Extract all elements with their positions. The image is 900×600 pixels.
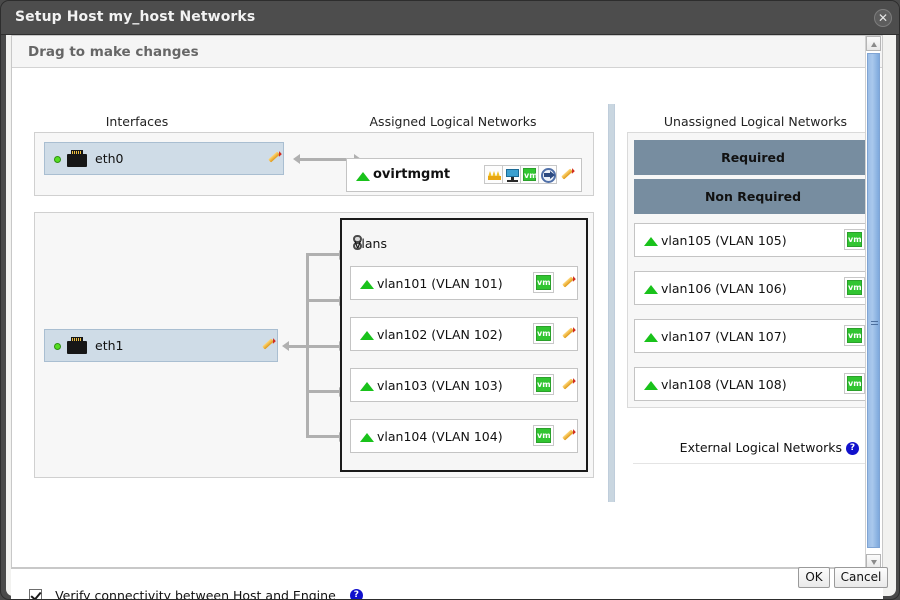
scrollbar-grip-icon xyxy=(871,321,878,327)
assigned-network-ovirtmgmt[interactable]: ovirtmgmt vm xyxy=(346,158,582,192)
nic-icon xyxy=(67,150,87,167)
network-label: ovirtmgmt xyxy=(373,167,450,182)
vlans-group-box[interactable]: vlans vlan101 (VLAN 101) vm vlan102 (VLA… xyxy=(340,218,588,472)
vm-network-icon[interactable]: vm xyxy=(533,272,554,293)
network-role-icons: vm xyxy=(484,165,556,184)
interface-label-eth0: eth0 xyxy=(95,151,123,166)
network-triangle-icon xyxy=(360,433,374,442)
networks-panel: Drag to make changes Interfaces Assigned… xyxy=(11,35,883,568)
pencil-icon[interactable] xyxy=(561,379,575,393)
setup-host-networks-dialog: Setup Host my_host Networks ✕ Drag to ma… xyxy=(0,0,900,600)
status-led-icon xyxy=(54,343,61,350)
vertical-scrollbar[interactable] xyxy=(865,36,880,569)
scrollbar-thumb[interactable] xyxy=(867,53,880,548)
network-label: vlan105 (VLAN 105) xyxy=(661,233,787,248)
external-networks-label: External Logical Networks xyxy=(627,440,842,455)
vm-network-icon[interactable]: vm xyxy=(844,277,865,298)
assigned-network-vlan104[interactable]: vlan104 (VLAN 104) vm xyxy=(350,419,578,453)
dialog-title: Setup Host my_host Networks xyxy=(15,9,255,25)
dialog-button-bar: OK Cancel xyxy=(6,564,896,592)
unassigned-networks-panel: Required Non Required vlan105 (VLAN 105)… xyxy=(627,132,877,408)
network-triangle-icon xyxy=(644,381,658,390)
interface-label-eth1: eth1 xyxy=(95,338,123,353)
pencil-icon[interactable] xyxy=(261,339,275,353)
network-label: vlan103 (VLAN 103) xyxy=(377,378,503,393)
unassigned-network-vlan107[interactable]: vlan107 (VLAN 107) vm xyxy=(634,319,872,353)
network-triangle-icon xyxy=(356,172,370,181)
column-header-interfaces: Interfaces xyxy=(72,114,202,129)
assigned-network-vlan101[interactable]: vlan101 (VLAN 101) vm xyxy=(350,266,578,300)
network-label: vlan106 (VLAN 106) xyxy=(661,281,787,296)
external-networks-section: External Logical Networks ? xyxy=(627,434,877,474)
network-triangle-icon xyxy=(360,382,374,391)
column-header-unassigned: Unassigned Logical Networks xyxy=(643,114,868,129)
vm-network-icon[interactable]: vm xyxy=(520,165,539,184)
close-icon[interactable]: ✕ xyxy=(874,9,892,27)
network-triangle-icon xyxy=(644,237,658,246)
migration-network-icon[interactable] xyxy=(538,165,557,184)
scroll-up-button[interactable] xyxy=(866,36,881,51)
ok-button[interactable]: OK xyxy=(798,567,830,588)
group-band-required[interactable]: Required xyxy=(634,140,872,175)
dialog-titlebar: Setup Host my_host Networks ✕ xyxy=(1,1,900,35)
network-label: vlan108 (VLAN 108) xyxy=(661,377,787,392)
pencil-icon[interactable] xyxy=(560,169,574,183)
vm-network-icon[interactable]: vm xyxy=(844,229,865,250)
pencil-icon[interactable] xyxy=(561,277,575,291)
unassigned-network-vlan106[interactable]: vlan106 (VLAN 106) vm xyxy=(634,271,872,305)
unassigned-network-vlan108[interactable]: vlan108 (VLAN 108) vm xyxy=(634,367,872,401)
vm-network-icon[interactable]: vm xyxy=(533,323,554,344)
drag-hint-bar: Drag to make changes xyxy=(12,36,882,68)
display-network-icon[interactable] xyxy=(502,165,521,184)
cancel-button[interactable]: Cancel xyxy=(834,567,888,588)
network-triangle-icon xyxy=(360,331,374,340)
status-led-icon xyxy=(54,156,61,163)
vm-network-icon[interactable]: vm xyxy=(533,425,554,446)
group-band-non-required[interactable]: Non Required xyxy=(634,179,872,214)
vm-network-icon[interactable]: vm xyxy=(844,325,865,346)
section-divider xyxy=(633,463,871,464)
vm-network-icon[interactable]: vm xyxy=(533,374,554,395)
vm-network-icon[interactable]: vm xyxy=(844,373,865,394)
network-triangle-icon xyxy=(644,333,658,342)
network-triangle-icon xyxy=(644,285,658,294)
help-icon[interactable]: ? xyxy=(846,442,859,455)
pencil-icon[interactable] xyxy=(267,152,281,166)
nic-icon xyxy=(67,337,87,354)
management-crown-icon[interactable] xyxy=(484,165,503,184)
dialog-body: Drag to make changes Interfaces Assigned… xyxy=(6,35,896,596)
assigned-network-vlan103[interactable]: vlan103 (VLAN 103) vm xyxy=(350,368,578,402)
assigned-network-vlan102[interactable]: vlan102 (VLAN 102) vm xyxy=(350,317,578,351)
column-header-assigned: Assigned Logical Networks xyxy=(353,114,553,129)
interface-row-eth0[interactable]: eth0 xyxy=(44,142,284,175)
panel-splitter[interactable] xyxy=(608,104,615,502)
interface-row-eth1[interactable]: eth1 xyxy=(44,329,278,362)
drag-hint-text: Drag to make changes xyxy=(28,44,199,60)
unassigned-network-vlan105[interactable]: vlan105 (VLAN 105) vm xyxy=(634,223,872,257)
vlans-group-label: vlans xyxy=(354,236,387,251)
network-triangle-icon xyxy=(360,280,374,289)
network-label: vlan102 (VLAN 102) xyxy=(377,327,503,342)
network-label: vlan104 (VLAN 104) xyxy=(377,429,503,444)
network-label: vlan107 (VLAN 107) xyxy=(661,329,787,344)
network-label: vlan101 (VLAN 101) xyxy=(377,276,503,291)
pencil-icon[interactable] xyxy=(561,328,575,342)
pencil-icon[interactable] xyxy=(561,430,575,444)
